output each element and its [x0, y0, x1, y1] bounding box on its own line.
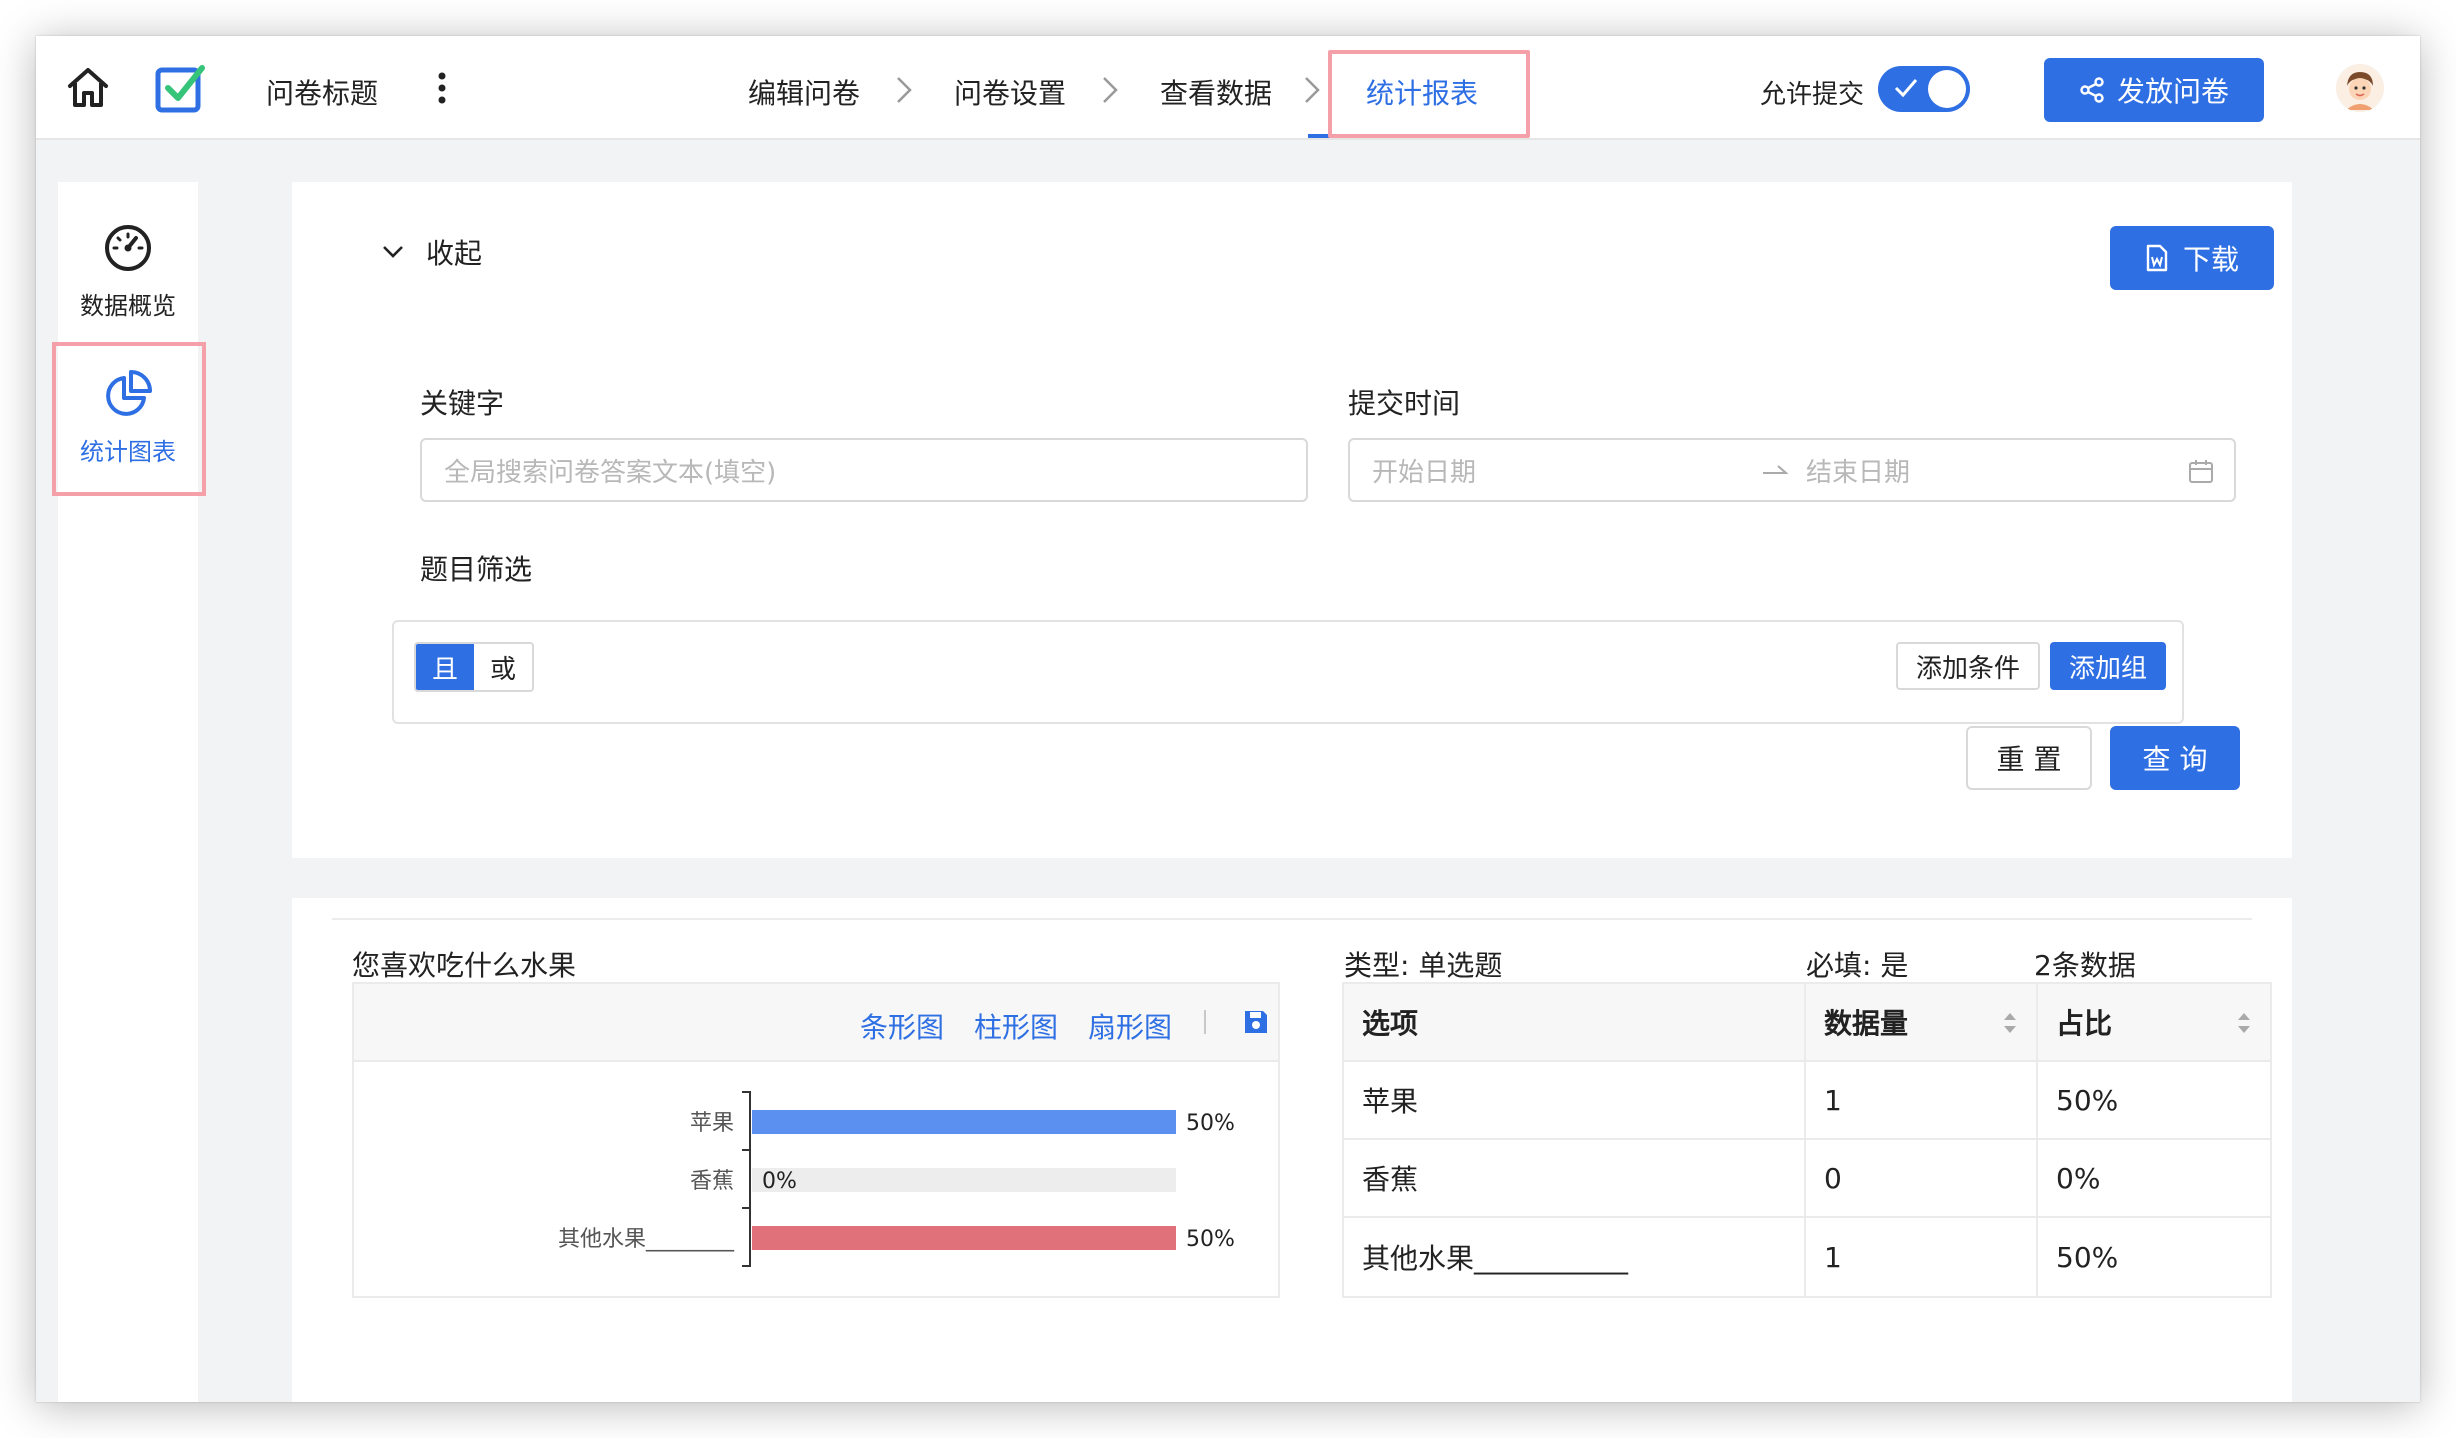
question-filter-label: 题目筛选 [420, 553, 533, 586]
chevron-right-icon [1103, 77, 1118, 103]
survey-title[interactable]: 问卷标题 [266, 72, 378, 112]
logic-and-option[interactable]: 且 [416, 644, 474, 690]
word-document-icon [2146, 244, 2168, 272]
add-group-button[interactable]: 添加组 [2050, 642, 2166, 690]
avatar[interactable] [2336, 64, 2384, 112]
category-label: 其他水果________ [558, 1227, 735, 1252]
bar-track [752, 1168, 1176, 1192]
cell-option: 苹果 [1344, 1062, 1806, 1138]
chevron-down-icon [383, 246, 403, 258]
active-tab-highlight [1328, 50, 1530, 138]
question-title: 您喜欢吃什么水果 [352, 949, 577, 982]
allow-submit-label: 允许提交 [1760, 80, 1865, 110]
end-date-placeholder[interactable]: 结束日期 [1806, 452, 1910, 489]
chevron-right-icon [1305, 77, 1320, 103]
share-icon [2080, 77, 2104, 103]
bar-chart-link[interactable]: 条形图 [860, 1006, 944, 1046]
condition-builder: 且 或 添加条件 添加组 [392, 620, 2184, 724]
chart-card: 条形图 柱形图 扇形图 苹果 50% 香蕉 0% 其他水果________ 50% [352, 982, 1280, 1298]
logic-switch[interactable]: 且 或 [414, 642, 534, 692]
category-label: 香蕉 [690, 1169, 734, 1194]
divider [332, 918, 2252, 920]
query-button[interactable]: 查 询 [2110, 726, 2240, 790]
header-count[interactable]: 数据量 [1806, 984, 2038, 1060]
cell-count: 1 [1806, 1218, 2038, 1296]
main-panel: 收起 下载 关键字 全局搜索问卷答案文本(填空) 提交时间 开始日期 结束日期 … [292, 182, 2292, 1402]
cell-ratio: 50% [2056, 1240, 2119, 1274]
value-label: 0% [762, 1169, 797, 1194]
step-survey-settings[interactable]: 问卷设置 [954, 72, 1066, 112]
keyword-label: 关键字 [420, 387, 505, 420]
save-icon[interactable] [1242, 1008, 1270, 1036]
sidebar-item-data-overview[interactable]: 数据概览 [58, 222, 198, 321]
allow-submit-toggle[interactable] [1878, 66, 1970, 112]
download-label: 下载 [2182, 243, 2239, 276]
keyword-input[interactable]: 全局搜索问卷答案文本(填空) [420, 438, 1308, 502]
cell-option: 其他水果___________ [1344, 1218, 1806, 1296]
chart-toolbar: 条形图 柱形图 扇形图 [354, 984, 1278, 1062]
bar[interactable] [752, 1226, 1176, 1250]
y-axis [742, 1091, 751, 1267]
column-chart-link[interactable]: 柱形图 [974, 1006, 1058, 1046]
required-flag: 必填: 是 [1806, 949, 1909, 982]
header-ratio-label: 占比 [2056, 1007, 2113, 1040]
record-count: 2条数据 [2034, 949, 2136, 982]
bar[interactable] [752, 1110, 1176, 1134]
table-row: 香蕉 0 0% [1344, 1140, 2270, 1218]
table-row: 苹果 1 50% [1344, 1062, 2270, 1140]
sort-icon[interactable] [2234, 1008, 2254, 1038]
table-row: 其他水果___________ 1 50% [1344, 1218, 2270, 1296]
value-label: 50% [1186, 1227, 1235, 1252]
cell-ratio: 50% [2056, 1083, 2119, 1117]
check-icon [1894, 79, 1918, 98]
submit-time-label: 提交时间 [1348, 387, 1461, 420]
question-type: 类型: 单选题 [1344, 949, 1503, 982]
cell-option: 香蕉 [1344, 1140, 1806, 1216]
cell-count: 0 [1806, 1140, 2038, 1216]
active-sidebar-highlight [52, 342, 206, 496]
collapse-toggle[interactable]: 收起 [382, 232, 482, 272]
header-ratio[interactable]: 占比 [2038, 984, 2270, 1060]
top-bar: 问卷标题 编辑问卷 问卷设置 查看数据 统计报表 允许提交 发放问卷 [36, 36, 2420, 140]
step-edit-survey[interactable]: 编辑问卷 [748, 72, 860, 112]
sort-icon[interactable] [2000, 1008, 2020, 1038]
add-condition-button[interactable]: 添加条件 [1896, 642, 2040, 690]
reset-button[interactable]: 重 置 [1966, 726, 2092, 790]
more-vertical-icon[interactable] [434, 70, 450, 106]
value-label: 50% [1186, 1111, 1235, 1136]
sidebar-item-label: 数据概览 [80, 292, 176, 320]
chevron-right-icon [897, 77, 912, 103]
bar-chart: 苹果 50% 香蕉 0% 其他水果________ 50% [558, 1091, 1235, 1267]
step-view-data[interactable]: 查看数据 [1160, 72, 1272, 112]
stats-table: 选项 数据量 占比 苹果 1 50% 香蕉 0 0% 其他水果_________… [1342, 982, 2272, 1298]
collapse-label: 收起 [426, 237, 483, 270]
category-label: 苹果 [690, 1111, 734, 1136]
header-option: 选项 [1344, 984, 1806, 1060]
toolbar-separator [1204, 1010, 1206, 1034]
logo-icon[interactable] [154, 62, 206, 114]
arrow-right-icon [1763, 465, 1788, 474]
app-window: 问卷标题 编辑问卷 问卷设置 查看数据 统计报表 允许提交 发放问卷 数据概览 … [36, 36, 2420, 1402]
home-icon[interactable] [64, 64, 112, 112]
keyword-placeholder: 全局搜索问卷答案文本(填空) [444, 457, 777, 488]
date-range-picker[interactable]: 开始日期 结束日期 [1348, 438, 2236, 502]
cell-count: 1 [1806, 1062, 2038, 1138]
download-button[interactable]: 下载 [2110, 226, 2274, 290]
pie-chart-link[interactable]: 扇形图 [1088, 1006, 1172, 1046]
publish-survey-label: 发放问卷 [2116, 75, 2229, 108]
start-date-placeholder[interactable]: 开始日期 [1372, 452, 1476, 489]
section-divider [292, 858, 2292, 898]
table-header-row: 选项 数据量 占比 [1344, 984, 2270, 1062]
toggle-knob [1928, 70, 1966, 108]
cell-ratio: 0% [2056, 1161, 2101, 1195]
logic-or-option[interactable]: 或 [474, 644, 532, 690]
calendar-icon [2189, 460, 2213, 483]
header-count-label: 数据量 [1824, 1007, 1909, 1040]
gauge-icon [105, 225, 151, 271]
publish-survey-button[interactable]: 发放问卷 [2044, 58, 2264, 122]
